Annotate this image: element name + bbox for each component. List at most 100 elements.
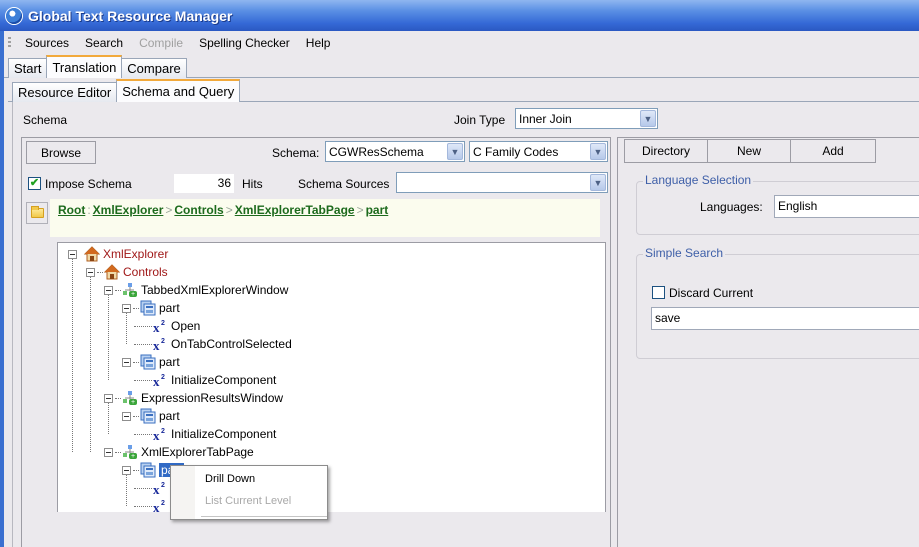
schema-value: CGWResSchema — [329, 144, 424, 159]
tab-schema-and-query[interactable]: Schema and Query — [116, 79, 241, 102]
tree-node-label: ExpressionResultsWindow — [141, 391, 284, 405]
tree-node[interactable]: part — [122, 299, 180, 317]
globe-icon — [6, 7, 22, 24]
menu-bar: Sources Search Compile Spelling Checker … — [4, 31, 919, 54]
breadcrumb-separator: > — [165, 203, 173, 217]
breadcrumb-item[interactable]: part — [366, 203, 389, 217]
tree-node[interactable]: x 2 InitializeComponent — [134, 425, 276, 443]
breadcrumb-separator: : — [87, 203, 91, 217]
schema-label: Schema: — [272, 146, 320, 160]
method-icon: x2 — [152, 336, 168, 352]
tree-node[interactable]: x 2 Open — [134, 317, 200, 335]
tree-node[interactable]: XmlExplorer — [68, 245, 168, 263]
svg-text:2: 2 — [161, 338, 165, 345]
tree-node[interactable]: + XmlExplorerTabPage — [104, 443, 254, 461]
collapse-toggle-icon[interactable] — [68, 249, 77, 259]
simple-search-title: Simple Search — [643, 246, 726, 260]
add-button[interactable]: Add — [790, 139, 876, 163]
tree-node-label: part — [159, 355, 180, 369]
breadcrumb-item[interactable]: XmlExplorerTabPage — [235, 203, 355, 217]
chevron-down-icon[interactable]: ▼ — [447, 143, 463, 160]
svg-text:2: 2 — [161, 374, 165, 381]
schema-sources-label: Schema Sources — [298, 177, 390, 191]
browse-button[interactable]: Browse — [26, 141, 96, 164]
tree-node[interactable]: + ExpressionResultsWindow — [104, 389, 283, 407]
svg-text:x: x — [153, 374, 160, 388]
menu-sources[interactable]: Sources — [17, 36, 77, 50]
tree-node[interactable]: x2 — [134, 497, 171, 512]
tree-node-label: XmlExplorer — [103, 247, 169, 261]
context-menu: Drill Down List Current Level — [170, 465, 328, 520]
chevron-down-icon[interactable]: ▼ — [590, 143, 606, 160]
part-icon — [140, 462, 156, 478]
search-input[interactable]: save — [651, 307, 919, 330]
tree-connector — [134, 379, 152, 381]
svg-text:2: 2 — [161, 428, 165, 435]
tree-node-label: Controls — [123, 265, 168, 279]
breadcrumb-item[interactable]: Controls — [174, 203, 223, 217]
join-type-value: Inner Join — [519, 111, 572, 126]
svg-text:x: x — [153, 500, 160, 512]
tree-node[interactable]: x2 — [134, 479, 171, 497]
svg-text:x: x — [153, 428, 160, 442]
class-icon: + — [122, 444, 138, 460]
hits-count: 36 — [174, 174, 234, 193]
collapse-toggle-icon[interactable] — [122, 411, 131, 421]
collapse-toggle-icon[interactable] — [122, 465, 131, 475]
tree-connector — [133, 361, 139, 363]
tab-resource-editor[interactable]: Resource Editor — [12, 82, 118, 102]
languages-select[interactable]: English — [774, 195, 919, 218]
schema-sources-select[interactable]: ▼ — [396, 172, 608, 193]
menu-item-drill-down[interactable]: Drill Down — [205, 473, 255, 485]
discard-current-checkbox[interactable] — [652, 286, 665, 299]
part-icon — [140, 300, 156, 316]
collapse-toggle-icon[interactable] — [104, 393, 113, 403]
svg-text:x: x — [153, 482, 160, 496]
directory-button[interactable]: Directory — [624, 139, 708, 163]
method-icon: x2 — [152, 318, 168, 334]
tab-start[interactable]: Start — [8, 58, 48, 78]
tree-node[interactable]: Controls — [86, 263, 168, 281]
tree-node-label: part — [159, 409, 180, 423]
folder-icon — [30, 206, 44, 218]
hits-label: Hits — [242, 177, 263, 191]
tree-node[interactable]: part — [122, 353, 180, 371]
chevron-down-icon[interactable]: ▼ — [590, 174, 606, 191]
collapse-toggle-icon[interactable] — [104, 447, 113, 457]
toolbar-grip-icon[interactable] — [8, 36, 11, 49]
tree-node[interactable]: + TabbedXmlExplorerWindow — [104, 281, 288, 299]
impose-schema-checkbox[interactable]: ✔ — [28, 177, 41, 190]
menu-search[interactable]: Search — [77, 36, 131, 50]
tree-node[interactable]: part — [122, 407, 180, 425]
join-type-select[interactable]: Inner Join ▼ — [515, 108, 658, 129]
svg-text:x: x — [153, 338, 160, 352]
schema-query-panel: Schema Join Type Inner Join ▼ Browse Sch… — [12, 102, 919, 547]
collapse-toggle-icon[interactable] — [122, 303, 131, 313]
chevron-down-icon[interactable]: ▼ — [640, 110, 656, 127]
method-icon: x2 — [152, 372, 168, 388]
collapse-toggle-icon[interactable] — [86, 267, 95, 277]
breadcrumb-root[interactable]: Root — [58, 203, 85, 217]
tab-compare[interactable]: Compare — [121, 58, 187, 78]
collapse-toggle-icon[interactable] — [104, 285, 113, 295]
part-icon — [140, 408, 156, 424]
house-icon — [104, 264, 120, 280]
part-icon — [140, 354, 156, 370]
tab-translation[interactable]: Translation — [46, 55, 123, 78]
new-button[interactable]: New — [707, 139, 791, 163]
query-toolbar: Directory New Add — [624, 139, 876, 163]
breadcrumb-item[interactable]: XmlExplorer — [93, 203, 164, 217]
codes-value: C Family Codes — [473, 144, 559, 159]
tree-node[interactable]: x 2 OnTabControlSelected — [134, 335, 292, 353]
tree-node[interactable]: x 2 InitializeComponent — [134, 371, 276, 389]
svg-text:+: + — [131, 453, 135, 460]
breadcrumb-separator: > — [225, 203, 233, 217]
menu-help[interactable]: Help — [298, 36, 339, 50]
schema-select[interactable]: CGWResSchema ▼ — [325, 141, 465, 162]
schema-heading: Schema — [23, 113, 68, 127]
menu-spelling-checker[interactable]: Spelling Checker — [191, 36, 298, 50]
tree-connector — [97, 271, 103, 273]
open-folder-button[interactable] — [26, 202, 48, 224]
codes-select[interactable]: C Family Codes ▼ — [469, 141, 608, 162]
collapse-toggle-icon[interactable] — [122, 357, 131, 367]
